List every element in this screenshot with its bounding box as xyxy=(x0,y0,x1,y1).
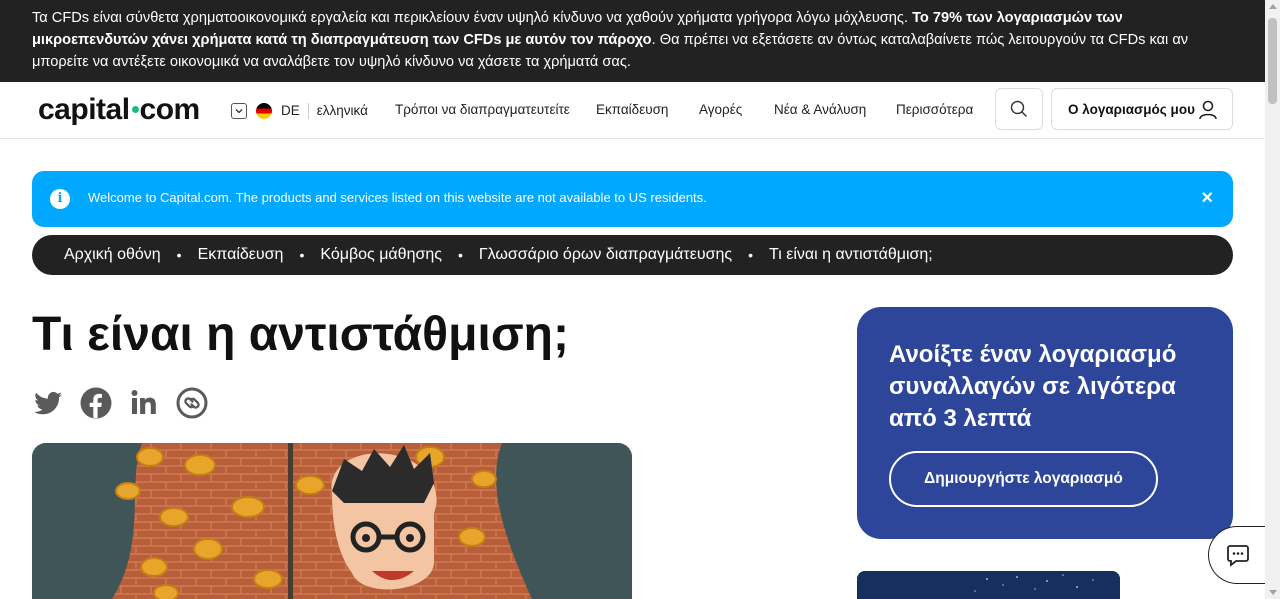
logo-dot xyxy=(131,105,139,113)
breadcrumb-learning-hub[interactable]: Κόμβος μάθησης xyxy=(320,246,442,264)
risk-warning-banner: Τα CFDs είναι σύνθετα χρηματοοικονομικά … xyxy=(0,0,1265,82)
copy-link-icon[interactable] xyxy=(176,387,208,419)
nav-education[interactable]: Εκπαίδευση xyxy=(596,102,668,117)
risk-warning-text: Τα CFDs είναι σύνθετα χρηματοοικονομικά … xyxy=(32,10,913,26)
scroll-up-arrow[interactable] xyxy=(1269,4,1277,9)
language-selector[interactable]: DE ελληνικά xyxy=(231,102,368,119)
my-account-label: Ο λογαριασμός μου xyxy=(1068,101,1195,117)
us-residents-notice: i Welcome to Capital.com. The products a… xyxy=(32,171,1233,227)
promo-image[interactable] xyxy=(857,571,1120,599)
breadcrumb-current: Τι είναι η αντιστάθμιση; xyxy=(769,246,933,263)
facebook-icon[interactable] xyxy=(80,387,112,419)
linkedin-icon[interactable] xyxy=(128,387,160,419)
breadcrumb-glossary[interactable]: Γλωσσάριο όρων διαπραγμάτευσης xyxy=(479,246,732,264)
nav-markets[interactable]: Αγορές xyxy=(699,102,742,117)
page-title: Τι είναι η αντιστάθμιση; xyxy=(32,308,569,361)
article-hero-image xyxy=(32,443,632,599)
nav-news-analysis[interactable]: Νέα & Ανάλυση xyxy=(774,102,866,117)
germany-flag-icon xyxy=(256,102,272,119)
starfield-image xyxy=(857,571,1120,599)
logo-right: com xyxy=(139,93,201,126)
open-account-card: Ανοίξτε έναν λογαριασμό συναλλαγών σε λι… xyxy=(857,307,1233,539)
breadcrumb-education[interactable]: Εκπαίδευση xyxy=(198,246,284,264)
breadcrumb: Αρχική οθόνη • Εκπαίδευση • Κόμβος μάθησ… xyxy=(32,235,1233,275)
breadcrumb-home[interactable]: Αρχική οθόνη xyxy=(64,246,161,264)
page-scrollbar[interactable] xyxy=(1265,0,1280,599)
region-code: DE xyxy=(281,103,300,118)
user-icon xyxy=(1199,100,1217,120)
cta-heading: Ανοίξτε έναν λογαριασμό συναλλαγών σε λι… xyxy=(889,341,1177,432)
hedging-illustration xyxy=(32,443,632,599)
twitter-icon[interactable] xyxy=(32,387,64,419)
chat-button[interactable] xyxy=(1208,526,1266,584)
close-icon[interactable]: × xyxy=(1201,187,1213,209)
logo[interactable]: capital com xyxy=(38,92,200,128)
search-icon xyxy=(1010,100,1027,117)
nav-ways-to-trade[interactable]: Τρόποι να διαπραγματευτείτε xyxy=(395,102,570,117)
breadcrumb-separator: • xyxy=(299,247,305,263)
nav-more[interactable]: Περισσότερα xyxy=(896,102,973,117)
divider xyxy=(307,102,309,119)
breadcrumb-separator: • xyxy=(176,247,182,263)
create-account-button[interactable]: Δημιουργήστε λογαριασμό xyxy=(889,451,1158,507)
logo-left: capital xyxy=(38,93,130,126)
site-header: capital com DE ελληνικά Τρόποι να διαπραγ… xyxy=(0,82,1265,139)
scroll-down-arrow[interactable] xyxy=(1269,590,1277,595)
chevron-down-icon xyxy=(231,102,247,119)
breadcrumb-separator: • xyxy=(457,247,463,263)
notice-message: Welcome to Capital.com. The products and… xyxy=(88,190,707,205)
breadcrumb-separator: • xyxy=(748,247,754,263)
info-icon: i xyxy=(50,189,70,209)
language-label: ελληνικά xyxy=(316,103,368,118)
search-button[interactable] xyxy=(995,88,1043,130)
chat-icon xyxy=(1226,545,1249,567)
my-account-button[interactable]: Ο λογαριασμός μου xyxy=(1051,88,1233,130)
scrollbar-thumb[interactable] xyxy=(1268,18,1277,104)
